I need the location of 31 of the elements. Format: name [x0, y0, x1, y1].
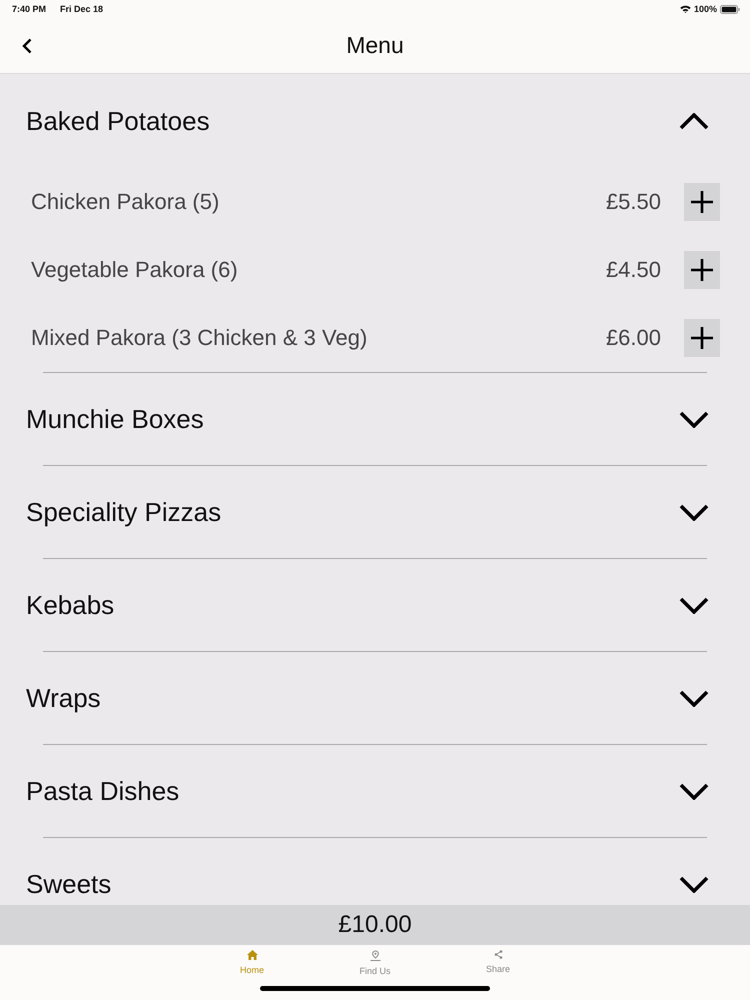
battery-icon	[720, 4, 740, 14]
category-header[interactable]: Baked Potatoes	[0, 74, 750, 168]
status-time: 7:40 PM	[12, 4, 46, 14]
add-button[interactable]	[684, 183, 720, 221]
item-price: £5.50	[606, 189, 661, 215]
total-amount: £10.00	[338, 911, 412, 939]
status-date: Fri Dec 18	[60, 4, 104, 14]
category-header[interactable]: Munchie Boxes	[0, 373, 750, 465]
back-chevron-icon	[22, 38, 32, 54]
home-icon	[246, 950, 258, 960]
location-pin-icon	[370, 950, 380, 961]
item-name: Chicken Pakora (5)	[31, 189, 220, 215]
add-button[interactable]	[684, 251, 720, 289]
battery-percentage: 100%	[694, 4, 717, 14]
plus-icon	[691, 327, 713, 349]
back-button[interactable]	[20, 36, 34, 54]
share-icon	[494, 950, 502, 959]
plus-icon	[691, 191, 713, 213]
category-header[interactable]: Pasta Dishes	[0, 745, 750, 837]
category-header[interactable]: Wraps	[0, 652, 750, 744]
plus-icon	[691, 259, 713, 281]
category-header[interactable]: Speciality Pizzas	[0, 466, 750, 558]
category-header[interactable]: Kebabs	[0, 559, 750, 651]
add-button[interactable]	[684, 319, 720, 357]
nav-title: Menu	[345, 32, 405, 59]
item-name: Mixed Pakora (3 Chicken & 3 Veg)	[31, 325, 368, 351]
wifi-icon	[680, 5, 691, 13]
category-header[interactable]: Sweets	[0, 838, 750, 905]
item-name: Vegetable Pakora (6)	[31, 257, 239, 283]
item-price: £4.50	[606, 257, 661, 283]
item-price: £6.00	[606, 325, 661, 351]
